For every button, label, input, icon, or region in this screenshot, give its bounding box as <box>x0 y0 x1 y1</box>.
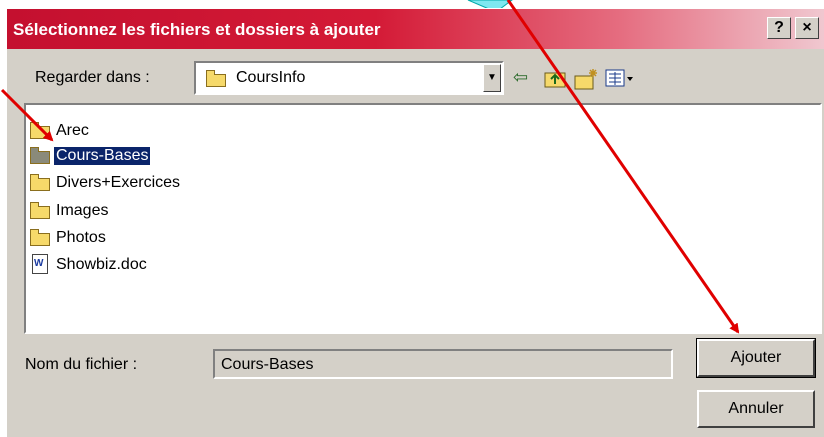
annotation-arrows <box>0 0 740 334</box>
annotation-arrow-left <box>0 88 54 142</box>
annotation-arrow-right <box>506 0 740 334</box>
